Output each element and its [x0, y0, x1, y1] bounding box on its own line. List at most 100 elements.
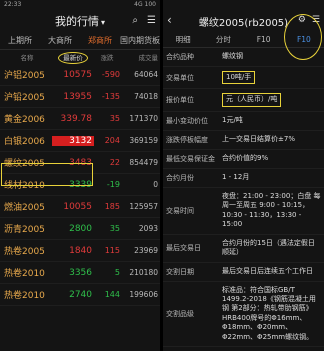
detail-tab-3[interactable]: F10	[284, 35, 324, 44]
table-row[interactable]: 沥青2005 2800 35 2093	[0, 218, 160, 240]
price-change: 35	[109, 114, 120, 123]
volume: 64064	[134, 70, 158, 79]
tab-0[interactable]: 上期所	[0, 35, 40, 46]
latest-price: 3356	[69, 267, 92, 278]
latest-price: 3132	[52, 135, 94, 146]
latest-price: 3483	[69, 157, 92, 168]
contract-name: 沪铅2005	[4, 93, 45, 103]
volume: 74018	[134, 92, 158, 101]
property-value: 夜盘：21:00 - 23:00；白盘 每周一至周五 9:00 - 10:15，…	[222, 191, 321, 229]
detail-tab-1[interactable]: 分时	[203, 34, 243, 45]
tab-1[interactable]: 大商所	[40, 35, 80, 46]
volume: 210180	[129, 268, 158, 277]
latest-price: 2800	[69, 223, 92, 234]
settings-icon[interactable]: ⚙	[298, 15, 306, 25]
exchange-tabs: 上期所 大商所 郑商所 国内期货板	[0, 32, 160, 50]
latest-price: 2740	[69, 289, 92, 300]
col-price[interactable]: 最新价	[52, 52, 94, 64]
property-row: 合约月份 1 - 12月	[163, 169, 324, 188]
detail-tabs: 明细 分时 F10 F10	[163, 32, 324, 48]
contract-name: 热卷2005	[4, 247, 45, 257]
property-value: 1元/吨	[222, 116, 243, 125]
contract-name: 燃油2005	[4, 203, 45, 213]
price-change: 35	[109, 224, 120, 233]
detail-header: ‹ 螺纹2005(rb2005) ⚙ ☰	[163, 10, 324, 32]
table-row[interactable]: 螺纹2005 3483 22 854479	[0, 152, 160, 174]
property-row: 交易时间 夜盘：21:00 - 23:00；白盘 每周一至周五 9:00 - 10…	[163, 188, 324, 235]
price-change: 22	[109, 158, 120, 167]
detail-tab-2[interactable]: F10	[244, 35, 284, 44]
status-right: 4G 100	[134, 1, 156, 8]
price-change: -19	[106, 180, 120, 189]
tab-3[interactable]: 国内期货板	[120, 35, 160, 46]
detail-tab-0[interactable]: 明细	[163, 34, 203, 45]
price-change: 185	[104, 202, 120, 211]
volume: 2093	[138, 224, 158, 233]
contract-name: 白银2006	[4, 137, 45, 147]
volume: 125957	[129, 202, 158, 211]
property-value: 标准品：符合国标GB/T 1499.2-2018《钢筋混凝土用钢 第2部分：热轧…	[222, 285, 316, 341]
col-name[interactable]: 名称	[2, 52, 52, 62]
table-row[interactable]: 热卷2005 1840 115 23969	[0, 240, 160, 262]
status-time: 22:33	[4, 1, 22, 8]
quote-list: 沪铝2005 10575 -590 64064 沪铅2005 13955 -135 74018…	[0, 64, 160, 306]
property-row: 交易单位 10吨/手	[163, 67, 324, 90]
contract-name: 线材2010	[4, 181, 45, 191]
price-change: 115	[104, 246, 120, 255]
price-change: 5	[114, 268, 120, 277]
table-row[interactable]: 燃油2005 10055 185 125957	[0, 196, 160, 218]
price-change: -135	[101, 92, 120, 101]
property-row: 涨跌停板幅度 上一交易日结算价±7%	[163, 131, 324, 150]
property-value: 10吨/手	[219, 67, 324, 88]
table-row[interactable]: 热卷2010 2740 144 199606	[0, 284, 160, 306]
col-volume[interactable]: 成交量	[120, 52, 159, 62]
latest-price: 10575	[63, 69, 92, 80]
market-list-screen: 22:33 4G 100 我的行情 ▾ ⌕ ☰ 上期所 大商所 郑商所 国内期货板 名称…	[0, 0, 160, 351]
contract-name: 热卷2010	[4, 291, 45, 301]
property-row: 最小变动价位 1元/吨	[163, 112, 324, 131]
latest-price: 10055	[63, 201, 92, 212]
title-dropdown-caret: ▾	[100, 18, 105, 27]
property-row: 最低交易保证金 合约价值的9%	[163, 150, 324, 169]
tab-2[interactable]: 郑商所	[80, 35, 120, 46]
menu-icon[interactable]: ☰	[312, 15, 320, 25]
table-row[interactable]: 热卷2010 3356 5 210180	[0, 262, 160, 284]
price-change: -590	[101, 70, 120, 79]
volume: 0	[153, 180, 158, 189]
volume: 369159	[129, 136, 158, 145]
price-change: 144	[104, 290, 120, 299]
property-key: 最小变动价位	[166, 116, 208, 125]
property-value: 1 - 12月	[222, 173, 250, 182]
property-key: 合约月份	[166, 173, 194, 182]
menu-icon[interactable]: ☰	[147, 15, 156, 26]
property-row: 交割日期 最后交易日后连续五个工作日	[163, 263, 324, 282]
property-value: 上一交易日结算价±7%	[222, 135, 295, 144]
property-key: 交易单位	[166, 73, 194, 82]
contract-name: 黄金2006	[4, 115, 45, 125]
status-bar	[163, 0, 324, 10]
contract-name: 螺纹2005	[4, 159, 45, 169]
col-change[interactable]: 涨跌	[94, 52, 120, 62]
status-bar: 22:33 4G 100	[0, 0, 160, 10]
table-row[interactable]: 沪铝2005 10575 -590 64064	[0, 64, 160, 86]
latest-price: 1840	[69, 245, 92, 256]
search-icon[interactable]: ⌕	[132, 15, 138, 26]
property-value: 螺纹钢	[222, 52, 243, 61]
property-value: 合约价值的9%	[222, 154, 269, 163]
property-key: 最低交易保证金	[166, 154, 215, 163]
property-row: 合约品种 螺纹钢	[163, 48, 324, 67]
property-value: 合约月份的15日（遇法定假日顺延）	[222, 238, 315, 257]
table-row[interactable]: 沪铅2005 13955 -135 74018	[0, 86, 160, 108]
latest-price: 13955	[63, 91, 92, 102]
property-row: 交割品级 标准品：符合国标GB/T 1499.2-2018《钢筋混凝土用钢 第2部…	[163, 282, 324, 348]
table-row[interactable]: 线材2010 3339 -19 0	[0, 174, 160, 196]
volume: 23969	[134, 246, 158, 255]
contract-name: 热卷2010	[4, 269, 45, 279]
price-change: 204	[104, 136, 120, 145]
table-row[interactable]: 白银2006 3132 204 369159	[0, 130, 160, 152]
property-key: 涨跌停板幅度	[166, 135, 208, 144]
contract-name: 沪铝2005	[4, 71, 45, 81]
market-header: 我的行情 ▾ ⌕ ☰	[0, 10, 160, 32]
property-key: 交割品级	[166, 309, 194, 318]
table-row[interactable]: 黄金2006 339.78 35 171370	[0, 108, 160, 130]
